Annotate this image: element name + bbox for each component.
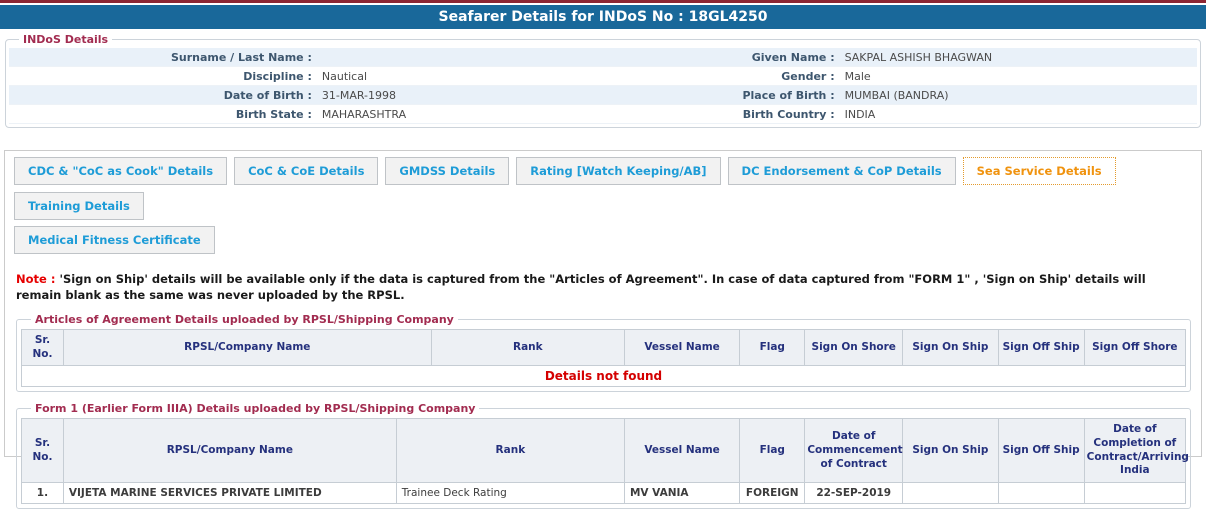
table-empty-row: Details not found xyxy=(21,365,1186,388)
table-cell xyxy=(902,482,999,505)
tab-rating-watch-keeping-ab[interactable]: Rating [Watch Keeping/AB] xyxy=(516,157,721,185)
indos-detail-row: Date of Birth : 31-MAR-1998 Place of Birth… xyxy=(9,86,1197,105)
tabs-row-1: CDC & "CoC as Cook" Details CoC & CoE Det… xyxy=(14,157,1193,220)
table-cell xyxy=(1083,482,1187,505)
form1-details-legend: Form 1 (Earlier Form IIIA) Details uploa… xyxy=(35,402,476,416)
tab-cdc-coc-as-cook-details[interactable]: CDC & "CoC as Cook" Details xyxy=(14,157,228,185)
field-label: Discipline : xyxy=(243,69,312,83)
field-label: Given Name : xyxy=(751,50,835,64)
column-header: Sign On Shore xyxy=(804,329,904,367)
note-body: 'Sign on Ship' details will be available… xyxy=(16,272,1146,303)
column-header: Rank xyxy=(395,418,625,484)
tab-medical-fitness-certificate[interactable]: Medical Fitness Certificate xyxy=(14,226,215,254)
column-header: Rank xyxy=(430,329,625,367)
note-prefix: Note : xyxy=(16,272,56,286)
field-label: Gender : xyxy=(781,69,835,83)
field-value: MUMBAI (BANDRA) xyxy=(844,88,949,102)
indos-detail-row: Discipline : Nautical Gender : Male xyxy=(9,67,1197,86)
column-header: Flag xyxy=(739,329,806,367)
column-header: Date of Commencement of Contract xyxy=(804,418,904,484)
table-header-row: Sr. No. RPSL/Company Name Rank Vessel Name F… xyxy=(21,418,1189,484)
column-header: Vessel Name xyxy=(623,329,741,367)
table-cell: 1. xyxy=(21,482,64,505)
field-value: SAKPAL ASHISH BHAGWAN xyxy=(844,50,993,64)
field-label: Place of Birth : xyxy=(742,88,835,102)
column-header: Sign Off Ship xyxy=(997,329,1085,367)
table-cell: Trainee Deck Rating xyxy=(395,482,625,505)
column-header: Flag xyxy=(739,418,806,484)
tab-sea-service-details[interactable]: Sea Service Details xyxy=(962,157,1116,185)
tab-coc-coe-details[interactable]: CoC & CoE Details xyxy=(234,157,379,185)
indos-details-rows: Surname / Last Name : Given Name : SAKPAL … xyxy=(9,48,1197,124)
column-header: Sr. No. xyxy=(21,418,64,484)
articles-of-agreement-fieldset: Articles of Agreement Details uploaded b… xyxy=(16,313,1191,393)
column-header: Sign On Ship xyxy=(902,329,999,367)
indos-details-legend: INDoS Details xyxy=(23,33,109,46)
table-header-row: Sr. No. RPSL/Company Name Rank Vessel Name F… xyxy=(21,329,1187,367)
tabs-row-2: Medical Fitness Certificate xyxy=(14,226,1193,254)
column-header: RPSL/Company Name xyxy=(62,329,432,367)
note-text: Note : 'Sign on Ship' details will be av… xyxy=(16,271,1191,303)
field-value: 31-MAR-1998 xyxy=(321,88,397,102)
field-value: INDIA xyxy=(844,107,876,121)
tab-dc-endorsement-cop-details[interactable]: DC Endorsement & CoP Details xyxy=(727,157,956,185)
column-header: Sign Off Ship xyxy=(997,418,1085,484)
articles-of-agreement-legend: Articles of Agreement Details uploaded b… xyxy=(35,313,454,327)
table-cell: FOREIGN xyxy=(739,482,806,505)
column-header: Sign On Ship xyxy=(902,418,999,484)
table-cell: 22-SEP-2019 xyxy=(804,482,904,505)
field-value: Nautical xyxy=(321,69,368,83)
indos-detail-row: Birth State : MAHARASHTRA Birth Country : I… xyxy=(9,105,1197,124)
table-row: 1. VIJETA MARINE SERVICES PRIVATE LIMITED… xyxy=(21,482,1187,505)
column-header: Sr. No. xyxy=(21,329,64,367)
table-cell: VIJETA MARINE SERVICES PRIVATE LIMITED xyxy=(62,482,397,505)
tab-gmdss-details[interactable]: GMDSS Details xyxy=(385,157,510,185)
indos-detail-row: Surname / Last Name : Given Name : SAKPAL … xyxy=(9,48,1197,67)
field-label: Birth State : xyxy=(235,107,312,121)
indos-details-fieldset: INDoS Details Surname / Last Name : Given… xyxy=(5,33,1201,128)
column-header: Sign Off Shore xyxy=(1083,329,1187,367)
details-not-found-message: Details not found xyxy=(21,365,1186,388)
field-label: Birth Country : xyxy=(742,107,835,121)
tab-training-details[interactable]: Training Details xyxy=(14,192,144,220)
table-cell xyxy=(997,482,1085,505)
field-value: Male xyxy=(844,69,871,83)
column-header: Date of Completion of Contract/Arriving … xyxy=(1083,418,1189,484)
table-cell: MV VANIA xyxy=(623,482,741,505)
column-header: RPSL/Company Name xyxy=(62,418,397,484)
field-label: Date of Birth : xyxy=(223,88,312,102)
form1-details-fieldset: Form 1 (Earlier Form IIIA) Details uploa… xyxy=(16,402,1191,509)
form1-details-table: Sr. No. RPSL/Company Name Rank Vessel Name F… xyxy=(21,418,1189,505)
articles-of-agreement-table: Sr. No. RPSL/Company Name Rank Vessel Name F… xyxy=(21,329,1187,388)
page-title: Seafarer Details for INDoS No : 18GL4250 xyxy=(0,5,1206,29)
tab-content-panel: CDC & "CoC as Cook" Details CoC & CoE Det… xyxy=(4,150,1202,509)
field-value: MAHARASHTRA xyxy=(321,107,407,121)
column-header: Vessel Name xyxy=(623,418,741,484)
top-accent-line xyxy=(0,0,1206,3)
field-label: Surname / Last Name : xyxy=(170,50,312,64)
